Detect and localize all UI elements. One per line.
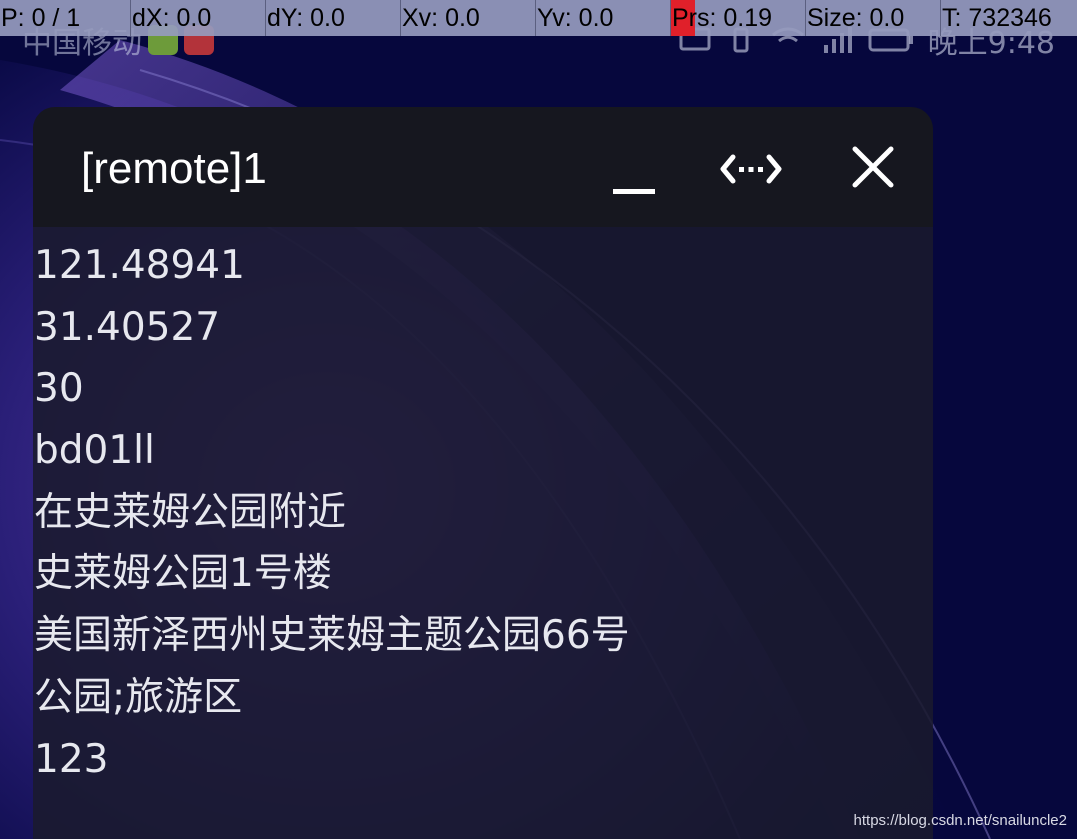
debug-velocity-y: Yv: 0.0 xyxy=(536,0,671,36)
console-line: 公园;旅游区 xyxy=(34,674,243,720)
console-line: 在史莱姆公园附近 xyxy=(34,489,347,535)
console-output: 121.48941 31.40527 30 bd01ll 在史莱姆公园附近 史莱… xyxy=(33,227,933,839)
debug-pointer-count: P: 0 / 1 xyxy=(0,0,131,36)
console-line: 31.40527 xyxy=(34,304,221,350)
console-line: 美国新泽西州史莱姆主题公园66号 xyxy=(34,613,630,659)
debug-pressure: Prs: 0.19 xyxy=(671,0,806,36)
debug-timestamp: T: 732346 xyxy=(942,4,1052,32)
debug-size: Size: 0.0 xyxy=(806,0,941,36)
window-title: [remote]1 xyxy=(81,144,267,193)
pointer-location-overlay: P: 0 / 1 dX: 0.0 dY: 0.0 Xv: 0.0 Yv: 0.0… xyxy=(0,0,1077,36)
expand-arrows-icon xyxy=(720,154,782,184)
watermark: https://blog.csdn.net/snailuncle2 xyxy=(853,812,1067,829)
debug-delta-y: dY: 0.0 xyxy=(266,0,401,36)
close-button[interactable] xyxy=(841,137,905,201)
window-title-bar[interactable]: [remote]1 xyxy=(33,107,933,227)
close-icon xyxy=(852,146,894,188)
debug-velocity-x: Xv: 0.0 xyxy=(401,0,536,36)
minimize-button[interactable] xyxy=(601,137,665,201)
console-line: 30 xyxy=(34,366,84,412)
expand-button[interactable] xyxy=(719,137,783,201)
debug-delta-x: dX: 0.0 xyxy=(131,0,266,36)
minimize-icon xyxy=(613,189,655,194)
console-line: 123 xyxy=(34,736,109,782)
console-line: 121.48941 xyxy=(34,243,245,288)
floating-console-window[interactable]: [remote]1 121.48941 31.40527 30 bd01ll 在… xyxy=(33,107,933,839)
console-line: 史莱姆公园1号楼 xyxy=(34,551,332,597)
console-line: bd01ll xyxy=(34,428,155,474)
